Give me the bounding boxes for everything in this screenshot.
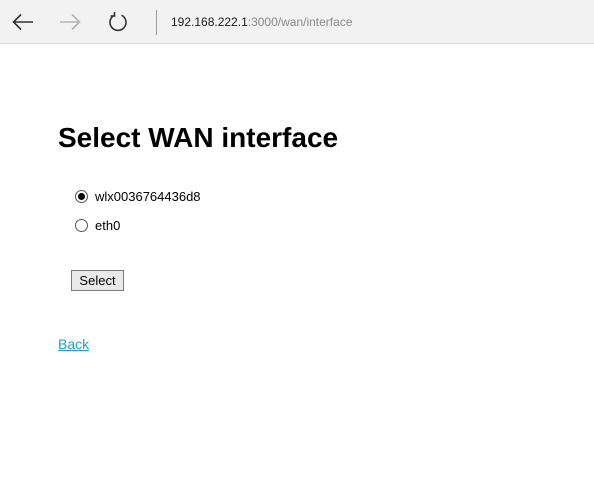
url-host: 192.168.222.1 — [171, 15, 248, 29]
toolbar-divider — [156, 10, 157, 35]
radio-button-checked[interactable] — [75, 190, 88, 203]
arrow-right-icon — [59, 13, 81, 31]
interface-label: eth0 — [95, 218, 121, 233]
reload-button[interactable] — [103, 8, 133, 36]
arrow-left-icon — [12, 13, 34, 31]
page-title: Select WAN interface — [58, 122, 339, 153]
back-button[interactable] — [8, 8, 38, 36]
radio-button[interactable] — [75, 219, 88, 232]
forward-button[interactable] — [55, 8, 85, 36]
browser-toolbar: 192.168.222.1:3000/wan/interface — [0, 0, 594, 44]
interface-option-wlx[interactable]: wlx0036764436d8 — [75, 189, 201, 204]
reload-icon — [107, 11, 129, 33]
interface-option-eth0[interactable]: eth0 — [75, 218, 120, 233]
select-button[interactable]: Select — [71, 270, 124, 291]
back-link[interactable]: Back — [58, 336, 89, 352]
page-content: Select WAN interface wlx0036764436d8 eth… — [0, 45, 594, 503]
url-path: :3000/wan/interface — [247, 15, 353, 29]
address-bar[interactable]: 192.168.222.1:3000/wan/interface — [171, 14, 353, 30]
interface-label: wlx0036764436d8 — [95, 189, 201, 204]
